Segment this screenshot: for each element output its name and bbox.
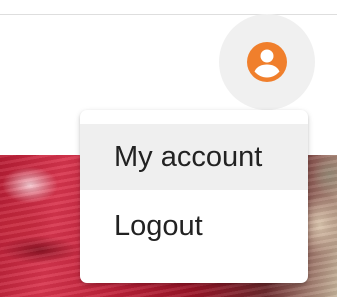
page: My account Logout [0,0,337,297]
menu-item-my-account[interactable]: My account [80,124,308,190]
account-menu-button[interactable] [219,14,315,110]
account-circle-icon [247,42,287,82]
account-dropdown-menu: My account Logout [80,110,308,283]
header-divider [0,14,337,15]
menu-item-logout[interactable]: Logout [80,199,308,253]
